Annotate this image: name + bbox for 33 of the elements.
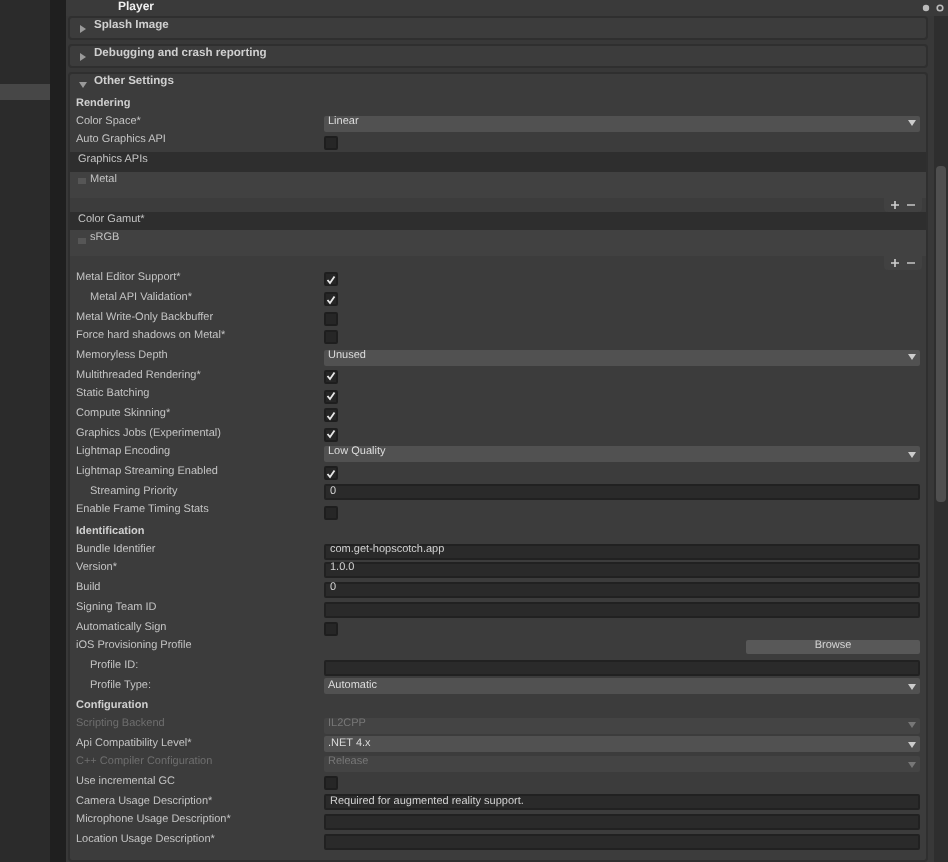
checkbox[interactable] [324,272,338,287]
checkbox[interactable] [324,621,338,636]
checkbox[interactable] [324,389,338,404]
expanded-caret-icon[interactable] [78,79,88,89]
checkbox[interactable] [324,135,338,150]
dropdown-arrow-icon [908,722,916,729]
checkbox[interactable] [324,466,338,481]
checkbox[interactable] [324,292,338,307]
remove-icon[interactable] [906,199,916,210]
checkbox[interactable] [324,427,338,442]
collapsed-caret-icon[interactable] [78,51,88,61]
dropdown-arrow-icon [908,120,916,127]
add-icon[interactable] [890,199,900,210]
dropdown-arrow-icon [908,354,916,361]
scrollbar-thumb[interactable] [936,166,946,502]
add-icon[interactable] [890,258,900,269]
collapsed-caret-icon[interactable] [78,23,88,33]
dropdown-arrow-icon [908,683,916,690]
remove-icon[interactable] [906,258,916,269]
checkbox[interactable] [324,369,338,384]
checkbox[interactable] [324,408,338,423]
dropdown-arrow-icon [908,761,916,768]
text-field[interactable] [324,833,920,850]
checkbox[interactable] [324,311,338,326]
checkbox[interactable] [324,330,338,345]
checkbox[interactable] [324,505,338,520]
text-field[interactable] [324,814,920,831]
text-field[interactable] [324,659,920,676]
checkbox[interactable] [324,776,338,791]
settings-icon[interactable] [936,4,944,12]
dropdown-arrow-icon [908,451,916,458]
dropdown-arrow-icon [908,741,916,748]
text-field[interactable] [324,601,920,618]
